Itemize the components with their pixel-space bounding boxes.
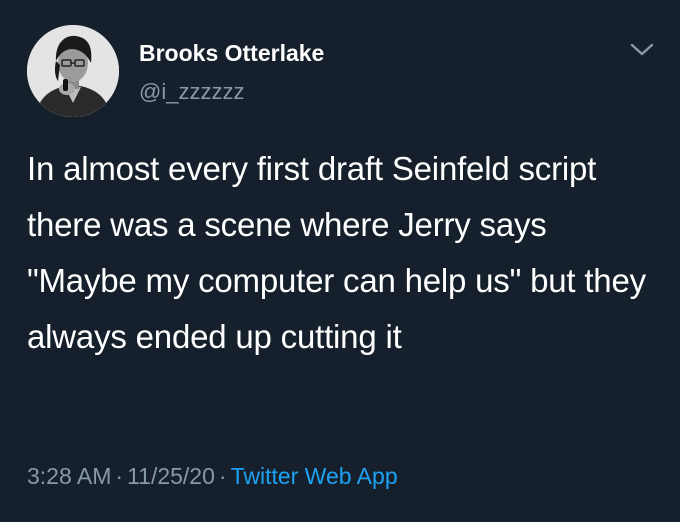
tweet-date[interactable]: 11/25/20 — [127, 463, 215, 489]
avatar[interactable] — [27, 25, 119, 117]
tweet-metadata: 3:28 AM · 11/25/20 · Twitter Web App — [27, 463, 398, 490]
avatar-photo-icon — [27, 25, 119, 117]
tweet-source-link[interactable]: Twitter Web App — [231, 463, 398, 489]
tweet-card: Brooks Otterlake @i_zzzzzz In almost eve… — [0, 0, 680, 522]
author-handle[interactable]: @i_zzzzzz — [139, 79, 244, 105]
meta-separator: · — [218, 463, 227, 489]
more-options-button[interactable] — [628, 40, 656, 60]
tweet-time[interactable]: 3:28 AM — [27, 463, 111, 489]
chevron-down-icon — [630, 43, 654, 56]
tweet-text: In almost every first draft Seinfeld scr… — [27, 150, 646, 355]
meta-separator: · — [115, 463, 124, 489]
author-name[interactable]: Brooks Otterlake — [139, 40, 324, 67]
